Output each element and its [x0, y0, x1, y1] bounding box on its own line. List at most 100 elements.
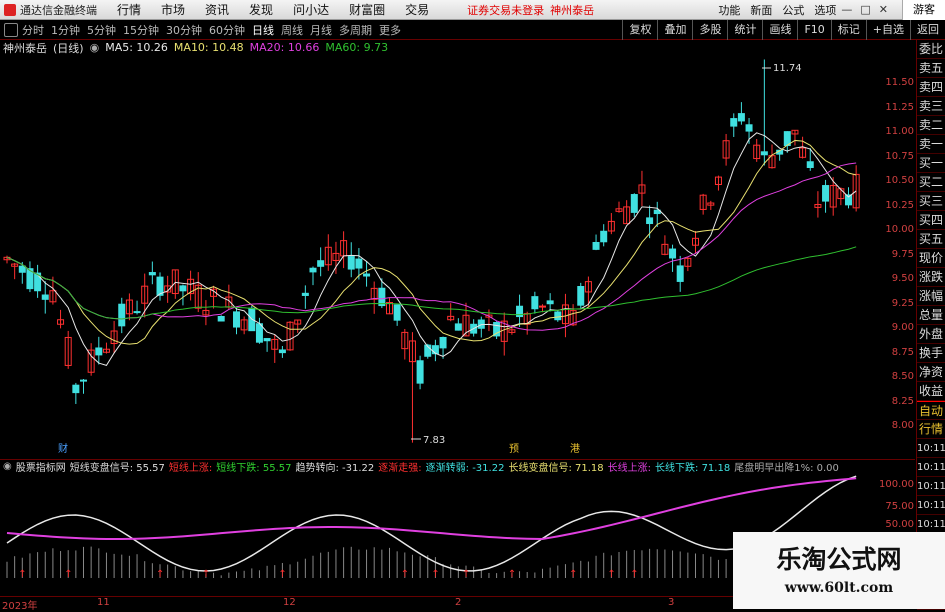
candle[interactable]: [240, 316, 248, 335]
marker-hk[interactable]: 港: [570, 443, 580, 455]
f10-button[interactable]: F10: [797, 19, 830, 40]
settings-icon[interactable]: ◉: [90, 41, 100, 54]
candle[interactable]: [393, 304, 401, 326]
candle[interactable]: [263, 338, 271, 352]
panel-field[interactable]: 委比: [917, 40, 945, 59]
candle[interactable]: [852, 165, 860, 212]
candle[interactable]: [332, 241, 340, 274]
candle[interactable]: [11, 262, 19, 280]
candle[interactable]: [309, 266, 317, 286]
adjust-button[interactable]: 复权: [622, 19, 657, 40]
menu-item-assistant[interactable]: 问小达: [293, 1, 329, 18]
candle[interactable]: [753, 139, 761, 162]
options-button[interactable]: 选项: [814, 2, 836, 18]
candle[interactable]: [148, 261, 156, 285]
refresh-icon[interactable]: [4, 22, 18, 37]
panel-field[interactable]: 买一: [917, 154, 945, 173]
candle[interactable]: [760, 59, 768, 166]
candle[interactable]: [592, 234, 600, 251]
candle[interactable]: [722, 133, 730, 166]
candle[interactable]: [714, 175, 722, 191]
candle[interactable]: [233, 307, 240, 335]
candle[interactable]: [516, 294, 524, 327]
candle[interactable]: [80, 378, 87, 394]
menu-item-wealth[interactable]: 财富圈: [349, 1, 385, 18]
candle[interactable]: [531, 291, 539, 314]
period-tab-30min[interactable]: 30分钟: [166, 22, 202, 38]
panel-tab[interactable]: 自动: [917, 401, 945, 420]
panel-field[interactable]: 买二: [917, 173, 945, 192]
candle[interactable]: [546, 293, 554, 312]
candle[interactable]: [202, 300, 210, 326]
candle[interactable]: [615, 201, 623, 213]
panel-field[interactable]: 换手: [917, 344, 945, 363]
mark-button[interactable]: 标记: [830, 19, 866, 40]
panel-field[interactable]: 涨幅: [917, 287, 945, 306]
candle[interactable]: [500, 312, 508, 356]
period-tab-15min[interactable]: 15分钟: [123, 22, 159, 38]
candle[interactable]: [477, 316, 485, 338]
panel-field[interactable]: 卖三: [917, 97, 945, 116]
candle[interactable]: [194, 272, 202, 313]
panel-field[interactable]: 涨跌: [917, 268, 945, 287]
candle[interactable]: [493, 321, 501, 340]
panel-tab[interactable]: 行情: [917, 420, 945, 439]
minimize-icon[interactable]: —: [841, 3, 852, 16]
candle[interactable]: [600, 224, 608, 247]
panel-field[interactable]: 外盘: [917, 325, 945, 344]
candle[interactable]: [156, 272, 164, 301]
period-tab-weekly[interactable]: 周线: [281, 22, 303, 38]
candle[interactable]: [324, 234, 332, 271]
panel-field[interactable]: 卖二: [917, 116, 945, 135]
candle[interactable]: [669, 244, 677, 272]
back-button[interactable]: 返回: [910, 19, 945, 40]
candle[interactable]: [278, 346, 286, 358]
candle[interactable]: [133, 300, 141, 315]
period-tab-more[interactable]: 更多: [379, 22, 401, 38]
candle[interactable]: [95, 336, 103, 365]
candle[interactable]: [699, 193, 707, 215]
menu-item-discover[interactable]: 发现: [249, 1, 273, 18]
candle[interactable]: [34, 264, 42, 298]
panel-field[interactable]: 现价: [917, 249, 945, 268]
candle[interactable]: [125, 293, 133, 321]
period-tab-multi[interactable]: 多周期: [339, 22, 372, 38]
overlay-button[interactable]: 叠加: [657, 19, 692, 40]
user-label[interactable]: 游客: [902, 0, 945, 20]
candle[interactable]: [355, 248, 363, 280]
panel-field[interactable]: 卖五: [917, 59, 945, 78]
candle[interactable]: [363, 261, 371, 287]
panel-field[interactable]: 总量: [917, 306, 945, 325]
candle[interactable]: [554, 310, 562, 322]
candle[interactable]: [408, 332, 416, 443]
candle[interactable]: [447, 303, 455, 322]
candle[interactable]: [737, 102, 745, 125]
panel-field[interactable]: 卖四: [917, 78, 945, 97]
candle[interactable]: [179, 284, 187, 306]
candle[interactable]: [783, 131, 791, 153]
candle[interactable]: [340, 231, 348, 269]
candle[interactable]: [210, 285, 218, 309]
menu-item-trade[interactable]: 交易: [405, 1, 429, 18]
candle[interactable]: [294, 319, 302, 333]
candle[interactable]: [64, 330, 72, 369]
candle[interactable]: [370, 281, 378, 314]
candle[interactable]: [822, 179, 830, 213]
candle[interactable]: [41, 281, 49, 314]
candle[interactable]: [118, 297, 126, 334]
panel-field[interactable]: 买四: [917, 211, 945, 230]
candle[interactable]: [248, 305, 256, 332]
draw-line-button[interactable]: 画线: [762, 19, 797, 40]
candle[interactable]: [110, 320, 118, 354]
candle[interactable]: [676, 255, 684, 292]
candle[interactable]: [271, 334, 279, 363]
new-page-button[interactable]: 新面: [750, 2, 772, 18]
candle[interactable]: [347, 242, 355, 278]
indicator-settings-icon[interactable]: ◉: [3, 461, 12, 472]
candle[interactable]: [814, 191, 822, 218]
candle[interactable]: [301, 285, 309, 309]
notice-stock[interactable]: 神州泰岳: [550, 2, 594, 18]
maximize-icon[interactable]: □: [860, 3, 870, 16]
period-tab-timeshare[interactable]: 分时: [22, 22, 44, 38]
statistics-button[interactable]: 统计: [727, 19, 762, 40]
